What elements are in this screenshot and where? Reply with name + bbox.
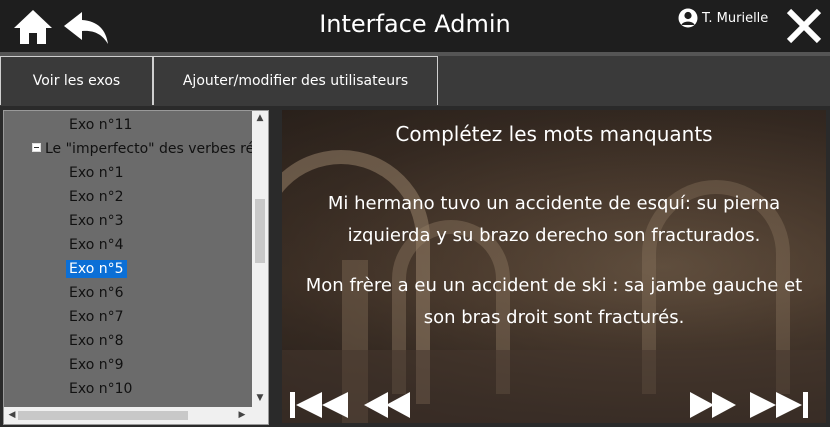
tree-group-label: Le "imperfecto" des verbes ré <box>45 141 252 157</box>
exercise-tree-panel: Exo n°11 Le "imperfecto" des verbes ré E… <box>3 110 269 425</box>
user-name: T. Murielle <box>702 10 769 26</box>
scroll-right-arrow-icon[interactable]: ▶ <box>234 410 250 420</box>
exercise-tree: Exo n°11 Le "imperfecto" des verbes ré E… <box>4 111 252 407</box>
menu-bar: Voir les exos Ajouter/modifier des utili… <box>0 56 830 106</box>
header-bar: Interface Admin T. Murielle <box>0 0 830 52</box>
tree-item-exo-4[interactable]: Exo n°4 <box>69 237 124 253</box>
first-page-icon[interactable] <box>288 390 350 420</box>
scroll-up-arrow-icon[interactable]: ▲ <box>252 113 268 123</box>
exercise-title: Complétez les mots manquants <box>395 122 713 146</box>
tree-item-exo-9[interactable]: Exo n°9 <box>69 357 124 373</box>
tree-item-exo-5[interactable]: Exo n°5 <box>66 260 127 278</box>
tree-vertical-scrollbar[interactable]: ▲ ▼ <box>252 111 268 407</box>
tree-item-exo-3[interactable]: Exo n°3 <box>69 213 124 229</box>
spanish-line-2: izquierda y su brazo derecho son fractur… <box>347 225 761 246</box>
tree-item-exo-8[interactable]: Exo n°8 <box>69 333 124 349</box>
french-sentence: Mon frère a eu un accident de ski : sa j… <box>282 270 826 334</box>
tree-item-exo-10[interactable]: Exo n°10 <box>69 381 132 397</box>
tree-item-exo-6[interactable]: Exo n°6 <box>69 285 124 301</box>
collapse-icon[interactable] <box>32 143 41 152</box>
next-page-icon[interactable] <box>688 390 738 420</box>
tree-item-exo-1[interactable]: Exo n°1 <box>69 165 124 181</box>
spanish-line-1: Mi hermano tuvo un accidente de esquí: s… <box>327 193 781 214</box>
vertical-scroll-thumb[interactable] <box>255 199 265 263</box>
tree-item-exo-2[interactable]: Exo n°2 <box>69 189 124 205</box>
previous-page-icon[interactable] <box>362 390 412 420</box>
spanish-sentence: Mi hermano tuvo un accidente de esquí: s… <box>282 188 826 252</box>
last-page-icon[interactable] <box>748 390 810 420</box>
tree-group-imperfecto[interactable]: Le "imperfecto" des verbes ré <box>32 141 252 157</box>
user-info: T. Murielle <box>678 8 768 28</box>
tab-voir-exos[interactable]: Voir les exos <box>0 56 153 105</box>
french-line-2: son bras droit sont fracturés. <box>423 307 685 328</box>
french-line-1: Mon frère a eu un accident de ski : sa j… <box>305 275 803 296</box>
tree-horizontal-scrollbar[interactable]: ◀ ▶ <box>4 407 268 424</box>
scroll-down-arrow-icon[interactable]: ▼ <box>252 393 268 403</box>
tree-item-exo-7[interactable]: Exo n°7 <box>69 309 124 325</box>
user-icon <box>678 8 698 28</box>
tree-item-exo-11[interactable]: Exo n°11 <box>69 117 132 133</box>
horizontal-scroll-thumb[interactable] <box>18 411 188 420</box>
close-icon[interactable] <box>784 6 824 46</box>
tab-ajouter-utilisateurs[interactable]: Ajouter/modifier des utilisateurs <box>153 56 438 105</box>
exercise-panel: Complétez les mots manquants Mi hermano … <box>282 110 826 423</box>
